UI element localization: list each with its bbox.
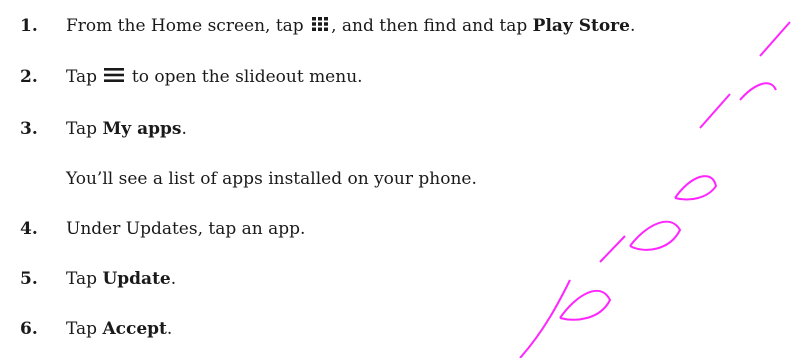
- step-text: Tap: [66, 67, 98, 87]
- instruction-steps: 1. From the Home screen, tap , and then f…: [0, 0, 794, 358]
- step-text: .: [170, 269, 177, 289]
- step-text: .: [629, 16, 636, 36]
- step-text: Tap: [66, 319, 98, 339]
- step-keyword: Update: [102, 269, 171, 289]
- step-text: to open the slideout menu.: [131, 67, 363, 87]
- step-number: 2.: [20, 67, 38, 87]
- step-1: 1. From the Home screen, tap , and then f…: [20, 15, 635, 38]
- step-keyword: My apps: [102, 119, 182, 139]
- step-2: 2. Tap to open the slideout menu.: [20, 66, 363, 89]
- step-keyword: Accept: [102, 319, 167, 339]
- step-text: Tap: [66, 119, 98, 139]
- step-4: 4. Under Updates, tap an app.: [20, 218, 305, 240]
- step-keyword: Play Store: [532, 16, 630, 36]
- step-number: 6.: [20, 319, 38, 339]
- step-6: 6. Tap Accept.: [20, 318, 172, 340]
- step-text: .: [181, 119, 187, 139]
- step-text: , and then find and tap: [331, 16, 528, 36]
- step-text: Under Updates, tap an app.: [66, 219, 306, 239]
- apps-grid-icon: [311, 16, 329, 38]
- step-text: From the Home screen, tap: [66, 16, 304, 36]
- step-number: 5.: [20, 269, 38, 289]
- step-text: .: [166, 319, 173, 339]
- step-number: 4.: [20, 219, 38, 239]
- step-5: 5. Tap Update.: [20, 268, 176, 290]
- step-number: 1.: [20, 16, 38, 36]
- step-number: 3.: [20, 119, 38, 139]
- hamburger-menu-icon: [104, 67, 125, 89]
- step-note: You’ll see a list of apps installed on y…: [66, 169, 477, 189]
- step-3: 3. Tap My apps.: [20, 118, 187, 140]
- step-text: Tap: [66, 269, 98, 289]
